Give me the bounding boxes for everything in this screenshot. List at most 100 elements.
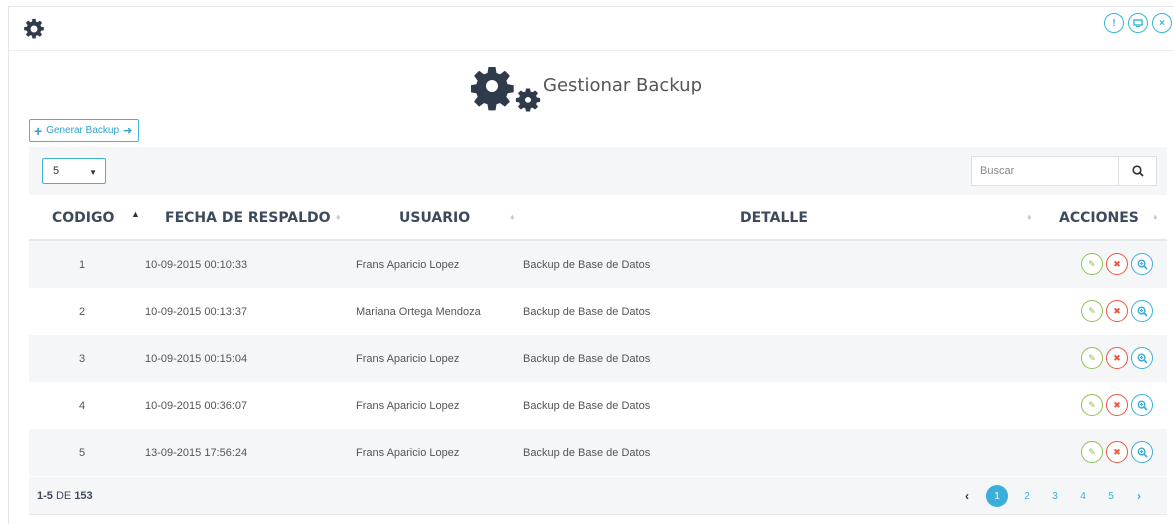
close-icon: ✖ [1113,258,1121,269]
cell-detalle: Backup de Base de Datos [523,258,651,271]
window-controls: ! × [1104,13,1172,33]
generate-backup-button[interactable]: + Generar Backup ➜ [29,119,140,142]
cell-fecha: 13-09-2015 17:56:24 [145,446,248,459]
zoom-in-icon [1137,353,1148,364]
app-window: ! × Gestionar Backup + Generar Backup ➜ … [8,6,1174,524]
page-button[interactable]: 4 [1071,484,1095,508]
column-header-fecha[interactable]: FECHA DE RESPALDO [165,195,331,241]
cell-codigo: 5 [79,446,86,459]
page-size-select[interactable]: 5 ▼ [42,158,106,184]
cell-usuario: Frans Aparicio Lopez [356,258,460,271]
total-count: 153 [74,490,93,502]
pencil-icon: ✎ [1088,446,1096,457]
page-header: Gestionar Backup [9,63,1174,113]
edit-button[interactable]: ✎ [1081,441,1103,463]
zoom-in-icon [1137,259,1148,270]
pencil-icon: ✎ [1088,258,1096,269]
row-actions: ✎ ✖ [1081,394,1153,416]
page-button[interactable]: 5 [1099,484,1123,508]
row-actions: ✎ ✖ [1081,300,1153,322]
window-button[interactable] [1128,13,1148,33]
table-row: 3 10-09-2015 00:15:04 Frans Aparicio Lopez… [29,335,1167,382]
column-header-detalle[interactable]: DETALLE [740,195,808,241]
sort-icon: ♦ [510,212,515,222]
info-icon: ! [1112,17,1116,29]
cell-codigo: 1 [79,258,86,271]
table-row: 2 10-09-2015 00:13:37 Mariana Ortega Mendo… [29,288,1167,335]
page-button[interactable]: 2 [1015,484,1039,508]
page-title: Gestionar Backup [543,75,703,96]
next-page-button[interactable]: › [1127,484,1151,508]
window-header: ! × [9,7,1174,51]
window-icon [1133,19,1143,27]
row-actions: ✎ ✖ [1081,441,1153,463]
close-icon: × [1159,17,1165,29]
search-button[interactable] [1118,157,1156,185]
plus-icon: + [34,122,43,139]
info-button[interactable]: ! [1104,13,1124,33]
sort-asc-icon: ▲ [131,209,140,219]
zoom-in-icon [1137,306,1148,317]
edit-button[interactable]: ✎ [1081,253,1103,275]
pencil-icon: ✎ [1088,399,1096,410]
cell-detalle: Backup de Base de Datos [523,399,651,412]
view-button[interactable] [1131,394,1153,416]
sort-icon: ♦ [1027,212,1032,222]
delete-button[interactable]: ✖ [1106,253,1128,275]
cell-fecha: 10-09-2015 00:13:37 [145,305,248,318]
cell-usuario: Frans Aparicio Lopez [356,352,460,365]
close-icon: ✖ [1113,399,1121,410]
cell-detalle: Backup de Base de Datos [523,352,651,365]
delete-button[interactable]: ✖ [1106,441,1128,463]
search-box [971,156,1157,186]
cell-fecha: 10-09-2015 00:10:33 [145,258,248,271]
page-button[interactable]: 1 [986,485,1008,507]
zoom-in-icon [1137,400,1148,411]
generate-backup-label: Generar Backup [46,125,120,136]
cell-detalle: Backup de Base de Datos [523,446,651,459]
edit-button[interactable]: ✎ [1081,300,1103,322]
table-toolbar: 5 ▼ [29,147,1167,195]
delete-button[interactable]: ✖ [1106,394,1128,416]
delete-button[interactable]: ✖ [1106,300,1128,322]
pagination: ‹ 1 2 3 4 5 › [955,484,1151,508]
arrow-right-icon: ➜ [123,125,133,137]
view-button[interactable] [1131,347,1153,369]
pencil-icon: ✎ [1088,352,1096,363]
cell-usuario: Frans Aparicio Lopez [356,399,460,412]
table-header: CODIGO ▲ FECHA DE RESPALDO ♦ USUARIO ♦ D… [29,195,1167,241]
search-icon [1131,165,1144,177]
chevron-left-icon: ‹ [965,489,969,503]
cell-usuario: Frans Aparicio Lopez [356,446,460,459]
edit-button[interactable]: ✎ [1081,394,1103,416]
page-size-value: 5 [53,165,60,177]
delete-button[interactable]: ✖ [1106,347,1128,369]
row-actions: ✎ ✖ [1081,253,1153,275]
close-icon: ✖ [1113,446,1121,457]
column-header-usuario[interactable]: USUARIO [399,195,470,241]
column-header-codigo[interactable]: CODIGO [52,195,114,241]
view-button[interactable] [1131,253,1153,275]
cell-usuario: Mariana Ortega Mendoza [356,305,481,318]
column-label: ACCIONES [1059,210,1139,226]
cell-fecha: 10-09-2015 00:36:07 [145,399,248,412]
prev-page-button[interactable]: ‹ [955,484,979,508]
edit-button[interactable]: ✎ [1081,347,1103,369]
close-button[interactable]: × [1152,13,1172,33]
sort-icon: ♦ [1153,212,1158,222]
pencil-icon: ✎ [1088,305,1096,316]
view-button[interactable] [1131,441,1153,463]
chevron-right-icon: › [1137,489,1141,503]
view-button[interactable] [1131,300,1153,322]
page-button[interactable]: 3 [1043,484,1067,508]
caret-down-icon: ▼ [89,168,97,177]
column-label: USUARIO [399,210,471,226]
gears-icon [471,67,541,112]
column-header-acciones[interactable]: ACCIONES [1059,195,1139,241]
table-row: 4 10-09-2015 00:36:07 Frans Aparicio Lopez… [29,382,1167,429]
close-icon: ✖ [1113,305,1121,316]
row-actions: ✎ ✖ [1081,347,1153,369]
search-input[interactable] [972,157,1118,185]
gear-icon [24,18,44,39]
zoom-in-icon [1137,447,1148,458]
